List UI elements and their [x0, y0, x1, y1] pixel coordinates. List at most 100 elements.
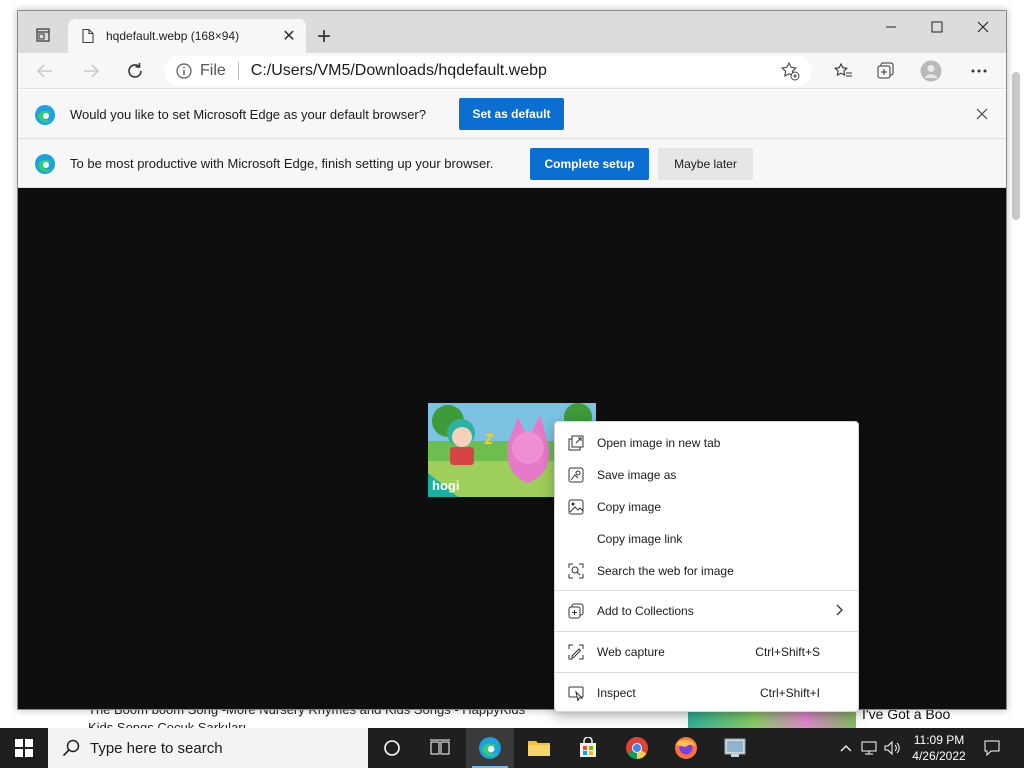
profile-button[interactable]	[916, 57, 946, 85]
menu-item-add-to-collections[interactable]: Add to Collections	[555, 595, 858, 627]
refresh-button[interactable]	[120, 57, 150, 85]
menu-item-label: Open image in new tab	[597, 436, 721, 450]
visual-search-icon	[567, 562, 585, 580]
edge-logo-icon	[479, 737, 501, 759]
back-arrow-icon	[36, 64, 52, 78]
chrome-logo-icon	[626, 737, 648, 759]
avatar-icon	[920, 60, 942, 82]
taskbar-app-button[interactable]	[711, 728, 759, 768]
close-icon	[976, 108, 988, 120]
cortana-circle-icon	[384, 740, 400, 756]
menu-item-copy-image-link[interactable]: Copy image link	[555, 523, 858, 555]
store-bag-icon	[580, 737, 596, 757]
collections-icon	[877, 62, 894, 79]
taskbar-clock[interactable]: 11:09 PM 4/26/2022	[900, 732, 978, 764]
settings-more-button[interactable]	[964, 57, 994, 85]
maybe-later-button[interactable]: Maybe later	[658, 148, 753, 180]
add-favorite-icon[interactable]	[780, 61, 800, 81]
menu-item-open-image-new-tab[interactable]: Open image in new tab	[555, 427, 858, 459]
task-view-button[interactable]	[416, 728, 464, 768]
edge-logo-icon	[35, 154, 55, 174]
notification-icon	[984, 740, 1000, 756]
collections-button[interactable]	[871, 57, 901, 85]
address-scheme: File	[200, 62, 226, 79]
search-icon	[62, 739, 80, 757]
notifications-button[interactable]	[980, 728, 1004, 768]
menu-item-search-web-for-image[interactable]: Search the web for image	[555, 555, 858, 587]
menu-divider	[555, 672, 858, 673]
taskbar-search-box[interactable]: Type here to search	[48, 728, 368, 768]
task-view-icon	[430, 739, 450, 755]
taskbar-firefox-button[interactable]	[662, 728, 710, 768]
new-tab-button[interactable]: +	[310, 23, 338, 51]
start-button[interactable]	[0, 728, 48, 768]
maximize-button[interactable]	[914, 11, 960, 43]
set-as-default-button[interactable]: Set as default	[459, 98, 564, 130]
menu-item-save-image-as[interactable]: Save image as	[555, 459, 858, 491]
menu-divider	[555, 631, 858, 632]
complete-setup-button[interactable]: Complete setup	[530, 148, 649, 180]
taskbar-chrome-button[interactable]	[613, 728, 661, 768]
cortana-button[interactable]	[368, 728, 416, 768]
maximize-icon	[931, 21, 943, 33]
taskbar-store-button[interactable]	[564, 728, 612, 768]
title-bar: hqdefault.webp (168×94) ✕ +	[18, 11, 1006, 53]
close-window-button[interactable]	[960, 11, 1006, 43]
search-placeholder: Type here to search	[90, 739, 223, 757]
address-bar[interactable]: File C:/Users/VM5/Downloads/hqdefault.we…	[164, 56, 812, 86]
taskbar: Type here to search 11:09 PM 4/26/2022	[0, 728, 1024, 768]
default-browser-infobar: Would you like to set Microsoft Edge as …	[18, 90, 1006, 139]
tab-title: hqdefault.webp (168×94)	[106, 29, 240, 43]
inspect-icon	[567, 684, 585, 702]
network-tray-button[interactable]	[858, 728, 880, 768]
tab-close-icon[interactable]: ✕	[276, 23, 302, 49]
dismiss-infobar-button[interactable]	[972, 104, 992, 124]
more-dots-icon	[971, 69, 987, 73]
background-scrollbar-thumb[interactable]	[1012, 72, 1020, 220]
image-logo-text: hogi	[432, 478, 459, 493]
chevron-up-icon	[840, 745, 852, 752]
tab-hqdefault[interactable]: hqdefault.webp (168×94) ✕	[68, 19, 306, 53]
show-hidden-icons-button[interactable]	[836, 728, 856, 768]
control-panel-icon	[724, 738, 746, 757]
menu-item-label: Copy image link	[597, 532, 683, 546]
taskbar-file-explorer-button[interactable]	[515, 728, 563, 768]
default-browser-message: Would you like to set Microsoft Edge as …	[70, 107, 426, 122]
taskbar-edge-button[interactable]	[466, 728, 514, 768]
refresh-icon	[128, 63, 142, 78]
background-video-thumbnail	[688, 710, 856, 728]
minimize-button[interactable]	[868, 11, 914, 43]
menu-item-shortcut: Ctrl+Shift+S	[755, 645, 820, 659]
favorites-icon	[834, 62, 852, 77]
edge-logo-icon	[35, 105, 55, 125]
tab-actions-icon[interactable]	[28, 24, 58, 46]
menu-item-label: Inspect	[597, 686, 636, 700]
menu-item-copy-image[interactable]: Copy image	[555, 491, 858, 523]
setup-infobar: To be most productive with Microsoft Edg…	[18, 139, 1006, 188]
close-icon	[977, 21, 989, 33]
menu-item-label: Add to Collections	[597, 604, 694, 618]
back-button[interactable]	[30, 57, 60, 85]
menu-item-label: Search the web for image	[597, 564, 734, 578]
address-url[interactable]: C:/Users/VM5/Downloads/hqdefault.webp	[251, 62, 547, 80]
menu-divider	[555, 590, 858, 591]
image-context-menu: Open image in new tab Save image as Copy…	[554, 421, 859, 712]
save-icon	[567, 466, 585, 484]
web-capture-icon	[567, 643, 585, 661]
collections-icon	[567, 602, 585, 620]
info-icon[interactable]	[176, 63, 192, 79]
forward-arrow-icon	[84, 64, 100, 78]
folder-icon	[528, 741, 550, 756]
menu-item-web-capture[interactable]: Web capture Ctrl+Shift+S	[555, 636, 858, 668]
favorites-button[interactable]	[828, 57, 858, 85]
address-separator	[237, 62, 239, 80]
setup-message: To be most productive with Microsoft Edg…	[70, 156, 494, 171]
windows-logo-icon	[15, 739, 33, 757]
firefox-logo-icon	[675, 737, 697, 759]
menu-item-inspect[interactable]: Inspect Ctrl+Shift+I	[555, 677, 858, 709]
chevron-right-icon	[836, 603, 844, 619]
menu-item-label: Copy image	[597, 500, 662, 514]
clock-date: 4/26/2022	[912, 749, 966, 763]
minimize-icon	[886, 26, 896, 28]
forward-button[interactable]	[76, 57, 106, 85]
